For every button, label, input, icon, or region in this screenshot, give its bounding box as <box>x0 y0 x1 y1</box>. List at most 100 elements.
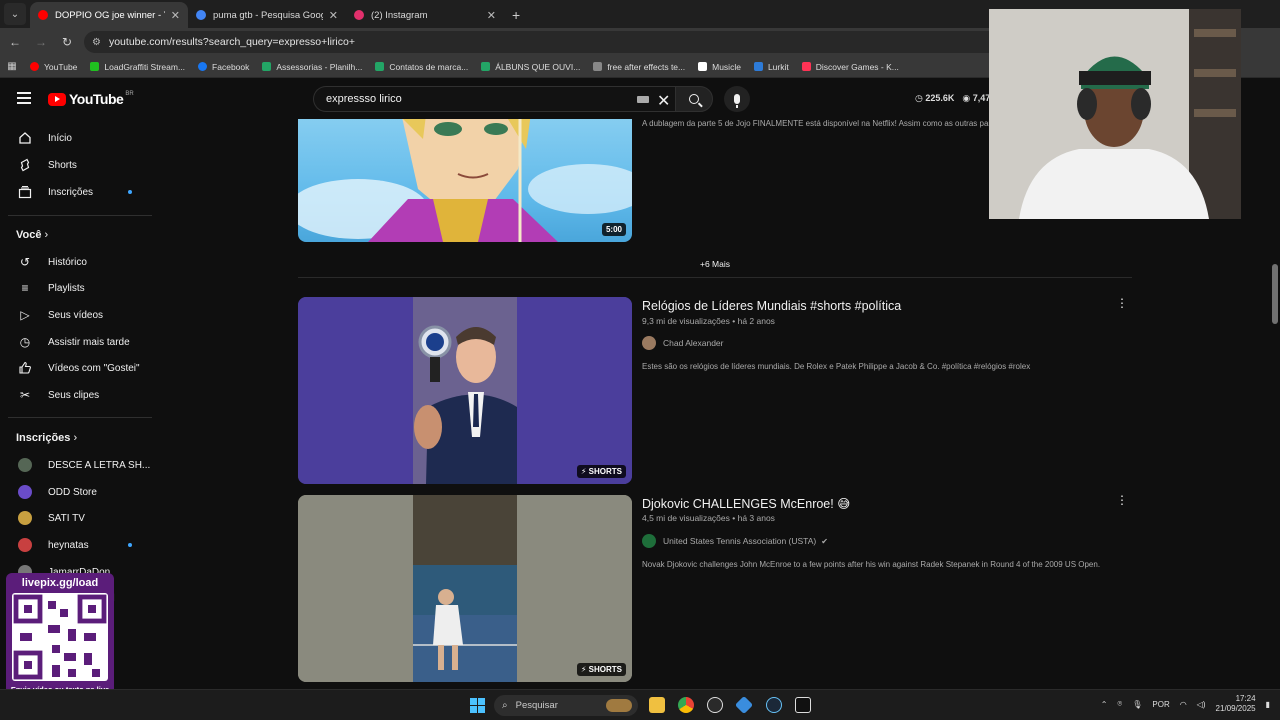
tab-search-icon[interactable]: ⌄ <box>4 3 26 25</box>
djokovic-tennis-thumbnail <box>298 495 632 682</box>
sidebar-section-voce[interactable]: Você › <box>16 229 48 241</box>
clock[interactable]: 17:24 21/09/2025 <box>1216 694 1256 714</box>
app-icon[interactable] <box>734 695 754 715</box>
keyboard-icon[interactable] <box>637 96 649 103</box>
channel-name: Chad Alexander <box>663 338 724 348</box>
channel-name: heynatas <box>48 539 89 551</box>
video-thumbnail[interactable]: 5:00 <box>298 119 632 242</box>
google-favicon-icon <box>196 10 206 20</box>
wifi-icon[interactable]: ◠ <box>1180 700 1187 709</box>
bookmark-albuns[interactable]: ÁLBUNS QUE OUVI... <box>481 62 580 72</box>
tab-close-icon[interactable]: ✕ <box>487 9 496 22</box>
video-thumbnail[interactable]: ⚡ SHORTS <box>298 495 632 682</box>
site-info-icon[interactable]: ⚙ <box>92 37 101 48</box>
search-input[interactable]: expressso lirico ✕ <box>313 86 675 112</box>
streamlabs-icon[interactable] <box>795 697 811 713</box>
channel-link[interactable]: Chad Alexander <box>642 336 724 350</box>
bookmark-discover-games[interactable]: Discover Games - K... <box>801 62 899 72</box>
taskbar-search-box[interactable]: ⌕ Pesquisar <box>494 695 638 716</box>
tab-youtube[interactable]: DOPPIO OG joe winner - YouTube ✕ <box>30 2 188 28</box>
channel-avatar <box>18 511 32 525</box>
scrollbar-thumb[interactable] <box>1272 264 1278 324</box>
channel-avatar <box>642 336 656 350</box>
sidebar-divider <box>8 417 152 418</box>
url-bar[interactable]: ⚙ youtube.com/results?search_query=expre… <box>84 31 1024 53</box>
sidebar-item-seus-clipes[interactable]: ✂ Seus clipes <box>0 382 152 408</box>
more-options-icon[interactable]: ⋮ <box>1116 493 1128 507</box>
bookmark-label: Musicle <box>712 61 741 72</box>
tray-overflow-icon[interactable]: ⌃ <box>1101 700 1108 709</box>
forward-arrow-icon[interactable]: → <box>30 35 52 49</box>
clear-search-icon[interactable]: ✕ <box>657 91 670 111</box>
voice-search-button[interactable] <box>724 86 750 112</box>
sidebar-item-gostei[interactable]: Vídeos com "Gostei" <box>0 355 152 381</box>
sidebar-item-label: Assistir mais tarde <box>48 336 130 348</box>
windows-start-icon[interactable] <box>470 698 485 713</box>
system-tray: ⌃ ⌾ 🎙 POR ◠ ◁) 17:24 21/09/2025 ▮ <box>1101 694 1270 714</box>
file-explorer-icon[interactable] <box>649 697 665 713</box>
tab-google[interactable]: puma gtb - Pesquisa Google ✕ <box>188 2 346 28</box>
sidebar-section-inscricoes[interactable]: Inscrições › <box>16 432 77 444</box>
bookmark-assessorias[interactable]: Assessorias - Planilh... <box>262 62 362 72</box>
show-more-button[interactable]: +6 Mais <box>700 259 730 269</box>
sidebar-channel[interactable]: SATI TV <box>0 505 152 531</box>
steam-icon[interactable] <box>766 697 782 713</box>
bookmark-loadgraffiti[interactable]: LoadGraffiti Stream... <box>90 62 185 72</box>
apps-grid-icon[interactable]: ▦ <box>0 61 24 72</box>
back-arrow-icon[interactable]: ← <box>4 35 26 49</box>
chrome-icon[interactable] <box>678 697 694 713</box>
channel-link[interactable]: United States Tennis Association (USTA) … <box>642 534 828 548</box>
new-tab-button[interactable]: + <box>512 7 520 23</box>
kick-icon <box>90 62 100 71</box>
sidebar-item-inicio[interactable]: Início <box>0 125 152 151</box>
youtube-logo[interactable]: YouTube BR <box>48 91 134 107</box>
video-thumbnail[interactable]: ⚡ SHORTS <box>298 297 632 484</box>
microphone-icon[interactable]: 🎙 <box>1132 700 1142 709</box>
duration-badge: 5:00 <box>601 223 626 236</box>
bookmark-label: free after effects te... <box>607 61 686 72</box>
video-description: A dublagem da parte 5 de Jojo FINALMENTE… <box>642 119 992 128</box>
sidebar-item-inscricoes[interactable]: Inscrições <box>0 179 152 205</box>
screen: ⌄ DOPPIO OG joe winner - YouTube ✕ puma … <box>0 0 1280 720</box>
tab-instagram[interactable]: (2) Instagram ✕ <box>346 2 504 28</box>
channel-avatar <box>18 458 32 472</box>
notifications-icon[interactable]: ▮ <box>1266 700 1270 709</box>
sidebar-channel[interactable]: DESCE A LETRA SH... <box>0 452 152 478</box>
tab-close-icon[interactable]: ✕ <box>329 9 338 22</box>
bookmark-free-ae[interactable]: free after effects te... <box>593 62 685 72</box>
history-icon: ↺ <box>19 255 31 269</box>
sidebar-divider <box>8 215 152 216</box>
sidebar-item-shorts[interactable]: Shorts <box>0 152 152 178</box>
bookmark-facebook[interactable]: Facebook <box>198 62 249 72</box>
sidebar-item-historico[interactable]: ↺ Histórico <box>0 249 152 275</box>
qr-code-icon <box>12 593 108 681</box>
video-description: Estes são os relógios de líderes mundiai… <box>642 362 1031 371</box>
video-title[interactable]: Relógios de Líderes Mundiais #shorts #po… <box>642 299 901 313</box>
menu-icon[interactable] <box>17 92 31 104</box>
bookmark-contatos[interactable]: Contatos de marca... <box>375 62 468 72</box>
obs-icon[interactable] <box>707 697 723 713</box>
video-title[interactable]: Djokovic CHALLENGES McEnroe! 😅 <box>642 496 850 511</box>
search-icon: ⌕ <box>502 700 508 711</box>
sidebar-channel[interactable]: heynatas <box>0 532 152 558</box>
sidebar-item-label: Playlists <box>48 282 85 294</box>
sidebar-item-label: Seus clipes <box>48 389 100 401</box>
sidebar-channel[interactable]: ODD Store <box>0 479 152 505</box>
sidebar-item-seus-videos[interactable]: ▷ Seus vídeos <box>0 302 152 328</box>
bookmark-lurkit[interactable]: Lurkit <box>753 62 789 72</box>
page-scrollbar[interactable] <box>1270 119 1280 689</box>
sidebar-item-assistir-mais-tarde[interactable]: ◷ Assistir mais tarde <box>0 329 152 355</box>
subscriptions-icon <box>18 185 32 199</box>
sheets-icon <box>481 62 491 71</box>
bookmark-musicle[interactable]: Musicle <box>698 62 741 72</box>
shorts-badge: ⚡ SHORTS <box>576 465 626 478</box>
reload-icon[interactable]: ↻ <box>56 35 78 49</box>
more-options-icon[interactable]: ⋮ <box>1116 296 1128 310</box>
tab-close-icon[interactable]: ✕ <box>171 9 180 22</box>
sidebar-item-playlists[interactable]: ≡ Playlists <box>0 275 152 301</box>
search-button[interactable] <box>675 86 713 112</box>
network-icon[interactable]: ⌾ <box>1117 699 1122 709</box>
keyboard-language[interactable]: POR <box>1152 700 1169 709</box>
bookmark-youtube[interactable]: YouTube <box>30 62 77 72</box>
volume-icon[interactable]: ◁) <box>1197 700 1206 709</box>
